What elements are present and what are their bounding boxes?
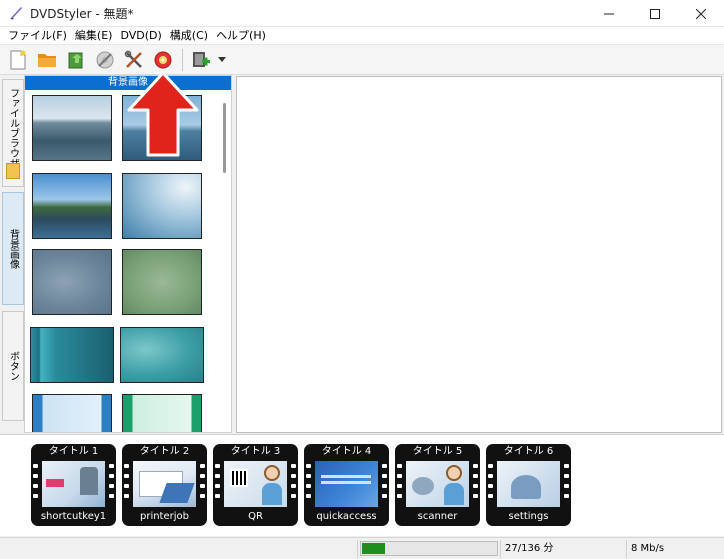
title-card-header: タイトル 1 xyxy=(48,446,99,457)
menu-editor-canvas[interactable] xyxy=(236,76,722,433)
thumbnail-sea-landscape[interactable] xyxy=(32,95,112,161)
menu-bar: ファイル(F) 編集(E) DVD(D) 構成(C) ヘルプ(H) xyxy=(0,27,724,45)
status-bar: 27/136 分 8 Mb/s xyxy=(0,537,724,559)
menu-help[interactable]: ヘルプ(H) xyxy=(212,27,270,45)
title-card-header: タイトル 2 xyxy=(139,446,190,457)
thumbnail-mint-frame[interactable] xyxy=(122,394,202,432)
tab-backgrounds[interactable]: 背景画像 xyxy=(2,192,24,305)
dropdown-arrow-icon xyxy=(218,57,226,62)
thumbnail-blue-wave[interactable] xyxy=(122,173,202,239)
title-card-thumbnail xyxy=(315,461,378,507)
settings-tools-icon xyxy=(124,50,142,68)
title-card-name: QR xyxy=(248,511,263,522)
title-card-2[interactable]: タイトル 2 printerjob xyxy=(122,444,207,526)
titleset-strip: タイトル 1 shortcutkey1 タイトル 2 printerjob タイ… xyxy=(0,434,724,536)
annotation-arrow-icon xyxy=(127,71,199,157)
title-card-3[interactable]: タイトル 3 QR xyxy=(213,444,298,526)
title-card-5[interactable]: タイトル 5 scanner xyxy=(395,444,480,526)
toolbar xyxy=(0,45,724,75)
new-file-icon xyxy=(10,50,25,69)
title-card-thumbnail xyxy=(224,461,287,507)
burn-disc-icon xyxy=(96,51,113,68)
minimize-icon xyxy=(604,13,614,14)
add-video-icon xyxy=(192,51,210,67)
close-icon xyxy=(696,8,706,19)
menu-file[interactable]: ファイル(F) xyxy=(4,27,71,45)
save-icon xyxy=(68,52,82,68)
title-card-name: settings xyxy=(508,511,549,522)
tab-backgrounds-label: 背景画像 xyxy=(7,228,19,269)
title-card-1[interactable]: タイトル 1 shortcutkey1 xyxy=(31,444,116,526)
title-card-thumbnail xyxy=(133,461,196,507)
app-logo-icon xyxy=(8,5,24,21)
tab-buttons[interactable]: ボタン xyxy=(2,311,24,421)
title-card-name: quickaccess xyxy=(316,511,377,522)
close-button[interactable] xyxy=(678,0,724,27)
open-button[interactable] xyxy=(33,47,60,73)
thumbnail-teal-texture[interactable] xyxy=(120,327,204,383)
tab-buttons-label: ボタン xyxy=(7,351,19,381)
menu-configure[interactable]: 構成(C) xyxy=(166,27,212,45)
burn-dvd-button[interactable] xyxy=(149,47,176,73)
thumbnail-light-blue-frame[interactable] xyxy=(32,394,112,432)
title-card-header: タイトル 4 xyxy=(321,446,372,457)
duration-label: 27/136 分 xyxy=(500,540,626,558)
open-folder-icon xyxy=(37,53,56,67)
title-card-name: printerjob xyxy=(139,511,189,522)
toolbar-separator xyxy=(182,48,183,71)
window-title: DVDStyler - 無題* xyxy=(30,6,134,21)
title-card-thumbnail xyxy=(42,461,105,507)
thumbnail-gray-blue-blur[interactable] xyxy=(32,249,112,315)
thumbnail-green-blur[interactable] xyxy=(122,249,202,315)
title-card-header: タイトル 6 xyxy=(503,446,554,457)
title-card-header: タイトル 3 xyxy=(230,446,281,457)
disc-usage-progress-fill xyxy=(362,543,385,554)
burn-button[interactable] xyxy=(91,47,118,73)
add-video-button[interactable] xyxy=(187,47,214,73)
save-button[interactable] xyxy=(62,47,89,73)
maximize-button[interactable] xyxy=(632,0,678,27)
burn-dvd-icon xyxy=(154,51,171,68)
settings-button[interactable] xyxy=(120,47,147,73)
minimize-button[interactable] xyxy=(586,0,632,27)
disc-usage-progress xyxy=(360,541,498,556)
thumbnail-teal-stripes[interactable] xyxy=(30,327,114,383)
browser-scrollbar[interactable] xyxy=(223,103,226,173)
new-button[interactable] xyxy=(4,47,31,73)
folder-icon xyxy=(6,163,20,179)
title-card-thumbnail xyxy=(497,461,560,507)
title-card-name: scanner xyxy=(417,511,458,522)
bitrate-label: 8 Mb/s xyxy=(626,540,724,558)
add-video-dropdown[interactable] xyxy=(216,47,228,73)
title-card-name: shortcutkey1 xyxy=(40,511,107,522)
title-card-thumbnail xyxy=(406,461,469,507)
side-tabs: ファイルブラウザー 背景画像 ボタン xyxy=(0,75,24,433)
menu-edit[interactable]: 編集(E) xyxy=(71,27,117,45)
title-card-header: タイトル 5 xyxy=(412,446,463,457)
title-card-6[interactable]: タイトル 6 settings xyxy=(486,444,571,526)
thumbnail-coast-landscape[interactable] xyxy=(32,173,112,239)
title-bar: DVDStyler - 無題* xyxy=(0,0,724,27)
menu-dvd[interactable]: DVD(D) xyxy=(116,27,165,45)
maximize-icon xyxy=(650,8,660,19)
title-card-4[interactable]: タイトル 4 quickaccess xyxy=(304,444,389,526)
